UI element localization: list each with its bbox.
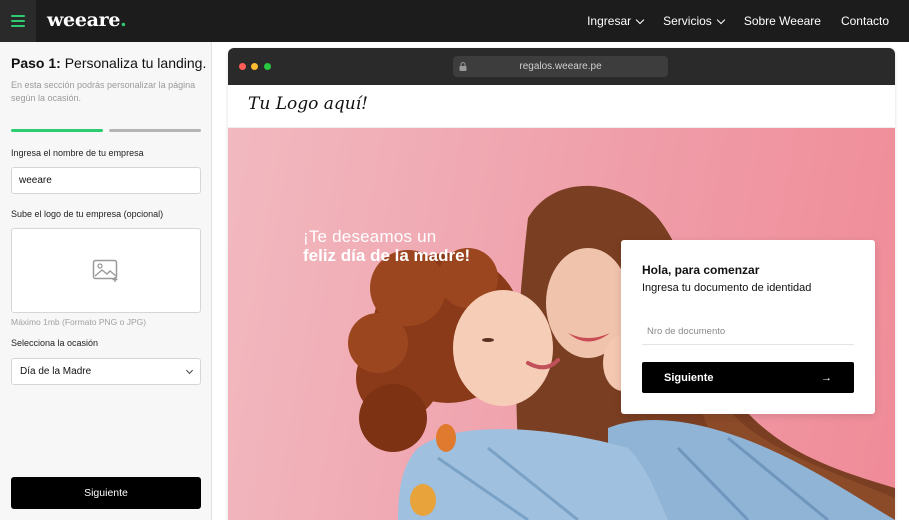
- browser-chrome: regalos.weeare.pe: [228, 48, 895, 85]
- card-next-button[interactable]: Siguiente →: [642, 362, 854, 393]
- logo-size-hint: Máximo 1mb (Formato PNG o JPG): [11, 317, 147, 327]
- address-bar: regalos.weeare.pe: [453, 56, 668, 77]
- card-next-label: Siguiente: [664, 371, 714, 384]
- image-upload-icon: [92, 259, 118, 282]
- preview-header: Tu Logo aquí!: [228, 85, 895, 128]
- step-description: En esta sección podrás personalizar la p…: [11, 80, 196, 103]
- login-card: Hola, para comenzar Ingresa tu documento…: [621, 240, 875, 414]
- brand-logo[interactable]: weeare.: [47, 9, 127, 31]
- logo-upload-dropzone[interactable]: [11, 228, 201, 313]
- chevron-down-icon: [716, 15, 726, 24]
- occasion-selected-value: Día de la Madre: [20, 366, 92, 377]
- card-subtitle: Ingresa tu documento de identidad: [642, 282, 812, 294]
- nav-link-ingresar[interactable]: Ingresar: [587, 14, 645, 28]
- occasion-select[interactable]: Día de la Madre: [11, 358, 201, 385]
- progress-step-2: [109, 129, 201, 132]
- progress-step-1: [11, 129, 103, 132]
- card-title: Hola, para comenzar: [642, 263, 760, 277]
- nav-link-contacto[interactable]: Contacto: [841, 14, 889, 28]
- company-name-input[interactable]: weeare: [11, 167, 201, 194]
- chevron-down-icon: [185, 366, 194, 374]
- nav-links: Ingresar Servicios Sobre Weeare Contacto: [587, 0, 889, 42]
- company-name-label: Ingresa el nombre de tu empresa: [11, 148, 144, 158]
- logo-placeholder: Tu Logo aquí!: [248, 94, 368, 114]
- nav-link-servicios[interactable]: Servicios: [663, 14, 726, 28]
- document-number-input[interactable]: Nro de documento: [642, 319, 854, 345]
- hamburger-icon: [11, 15, 25, 27]
- hamburger-menu-button[interactable]: [0, 0, 36, 42]
- close-window-dot: [239, 63, 246, 70]
- step-title: Paso 1: Personaliza tu landing.: [11, 55, 207, 71]
- nav-link-sobre-weeare[interactable]: Sobre Weeare: [744, 14, 821, 28]
- arrow-right-icon: →: [821, 371, 832, 384]
- landing-preview-window: regalos.weeare.pe Tu Logo aquí! ¡Te dese…: [228, 48, 895, 520]
- chevron-down-icon: [635, 15, 645, 24]
- logo-upload-label: Sube el logo de tu empresa (opcional): [11, 209, 164, 219]
- maximize-window-dot: [264, 63, 271, 70]
- lock-icon: [459, 62, 467, 71]
- next-button[interactable]: Siguiente: [11, 477, 201, 509]
- customization-panel: Paso 1: Personaliza tu landing. En esta …: [0, 42, 212, 520]
- top-nav: weeare. Ingresar Servicios Sobre Weeare …: [0, 0, 909, 42]
- url-text: regalos.weeare.pe: [519, 61, 602, 72]
- occasion-label: Selecciona la ocasión: [11, 338, 99, 348]
- step-progress: [11, 129, 201, 132]
- greeting-line-1: ¡Te deseamos un: [303, 227, 437, 246]
- hero-banner: ¡Te deseamos un feliz día de la madre! H…: [228, 128, 895, 520]
- minimize-window-dot: [251, 63, 258, 70]
- greeting-line-2: feliz día de la madre!: [303, 246, 471, 265]
